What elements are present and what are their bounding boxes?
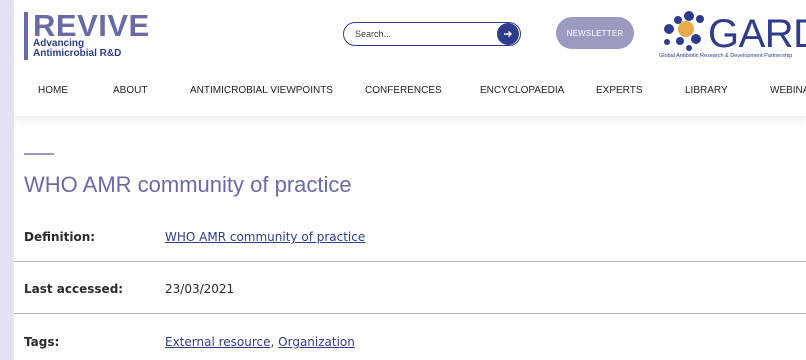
- newsletter-button[interactable]: NEWSLETTER: [556, 17, 634, 49]
- page: REVIVE Advancing Antimicrobial R&D NEWSL…: [14, 0, 806, 360]
- logo-title: REVIVE: [33, 8, 150, 43]
- tags-label: Tags:: [24, 335, 60, 349]
- gardp-wordmark: GARDP: [708, 12, 806, 56]
- last-accessed-value: 23/03/2021: [165, 282, 235, 296]
- nav-item-encyclopaedia[interactable]: ENCYCLOPAEDIA: [480, 85, 564, 96]
- main-nav: HOME ABOUT ANTIMICROBIAL VIEWPOINTS CONF…: [14, 80, 806, 106]
- page-title: WHO AMR community of practice: [24, 172, 352, 197]
- tag-organization[interactable]: Organization: [278, 335, 355, 349]
- nav-item-conferences[interactable]: CONFERENCES: [365, 85, 442, 96]
- nav-item-antimicrobial-viewpoints[interactable]: ANTIMICROBIAL VIEWPOINTS: [190, 85, 333, 96]
- tag-separator: ,: [270, 335, 279, 349]
- logo-subtitle-line2: Antimicrobial R&D: [33, 48, 122, 59]
- title-accent-line: [24, 153, 54, 155]
- site-header: REVIVE Advancing Antimicrobial R&D NEWSL…: [14, 0, 806, 116]
- nav-item-experts[interactable]: EXPERTS: [596, 85, 643, 96]
- nav-item-about[interactable]: ABOUT: [113, 85, 147, 96]
- gardp-dots-logo-icon: [664, 11, 704, 51]
- search-input[interactable]: [355, 25, 495, 43]
- last-accessed-row: Last accessed: 23/03/2021: [14, 262, 806, 314]
- last-accessed-label: Last accessed:: [24, 282, 124, 296]
- search-submit-button[interactable]: [497, 23, 519, 45]
- logo-text: REVIVE Advancing Antimicrobial R&D: [33, 8, 150, 62]
- definition-label: Definition:: [24, 230, 96, 244]
- gardp-logo[interactable]: GARDP Global Antibiotic Research & Devel…: [656, 10, 806, 65]
- search-box: [343, 22, 521, 46]
- nav-item-home[interactable]: HOME: [38, 85, 68, 96]
- tags-value: External resource, Organization: [165, 335, 355, 349]
- definition-row: Definition: WHO AMR community of practic…: [14, 210, 806, 262]
- nav-item-webinars[interactable]: WEBINARS: [770, 85, 806, 96]
- tags-row: Tags: External resource, Organization: [14, 314, 806, 360]
- tag-external-resource[interactable]: External resource: [165, 335, 271, 349]
- gardp-tagline: Global Antibiotic Research & Development…: [659, 53, 793, 59]
- arrow-right-icon: [504, 30, 513, 38]
- nav-item-library[interactable]: LIBRARY: [685, 85, 728, 96]
- revive-logo[interactable]: REVIVE Advancing Antimicrobial R&D: [24, 8, 150, 62]
- definition-link[interactable]: WHO AMR community of practice: [165, 230, 365, 244]
- logo-bar: [24, 12, 28, 60]
